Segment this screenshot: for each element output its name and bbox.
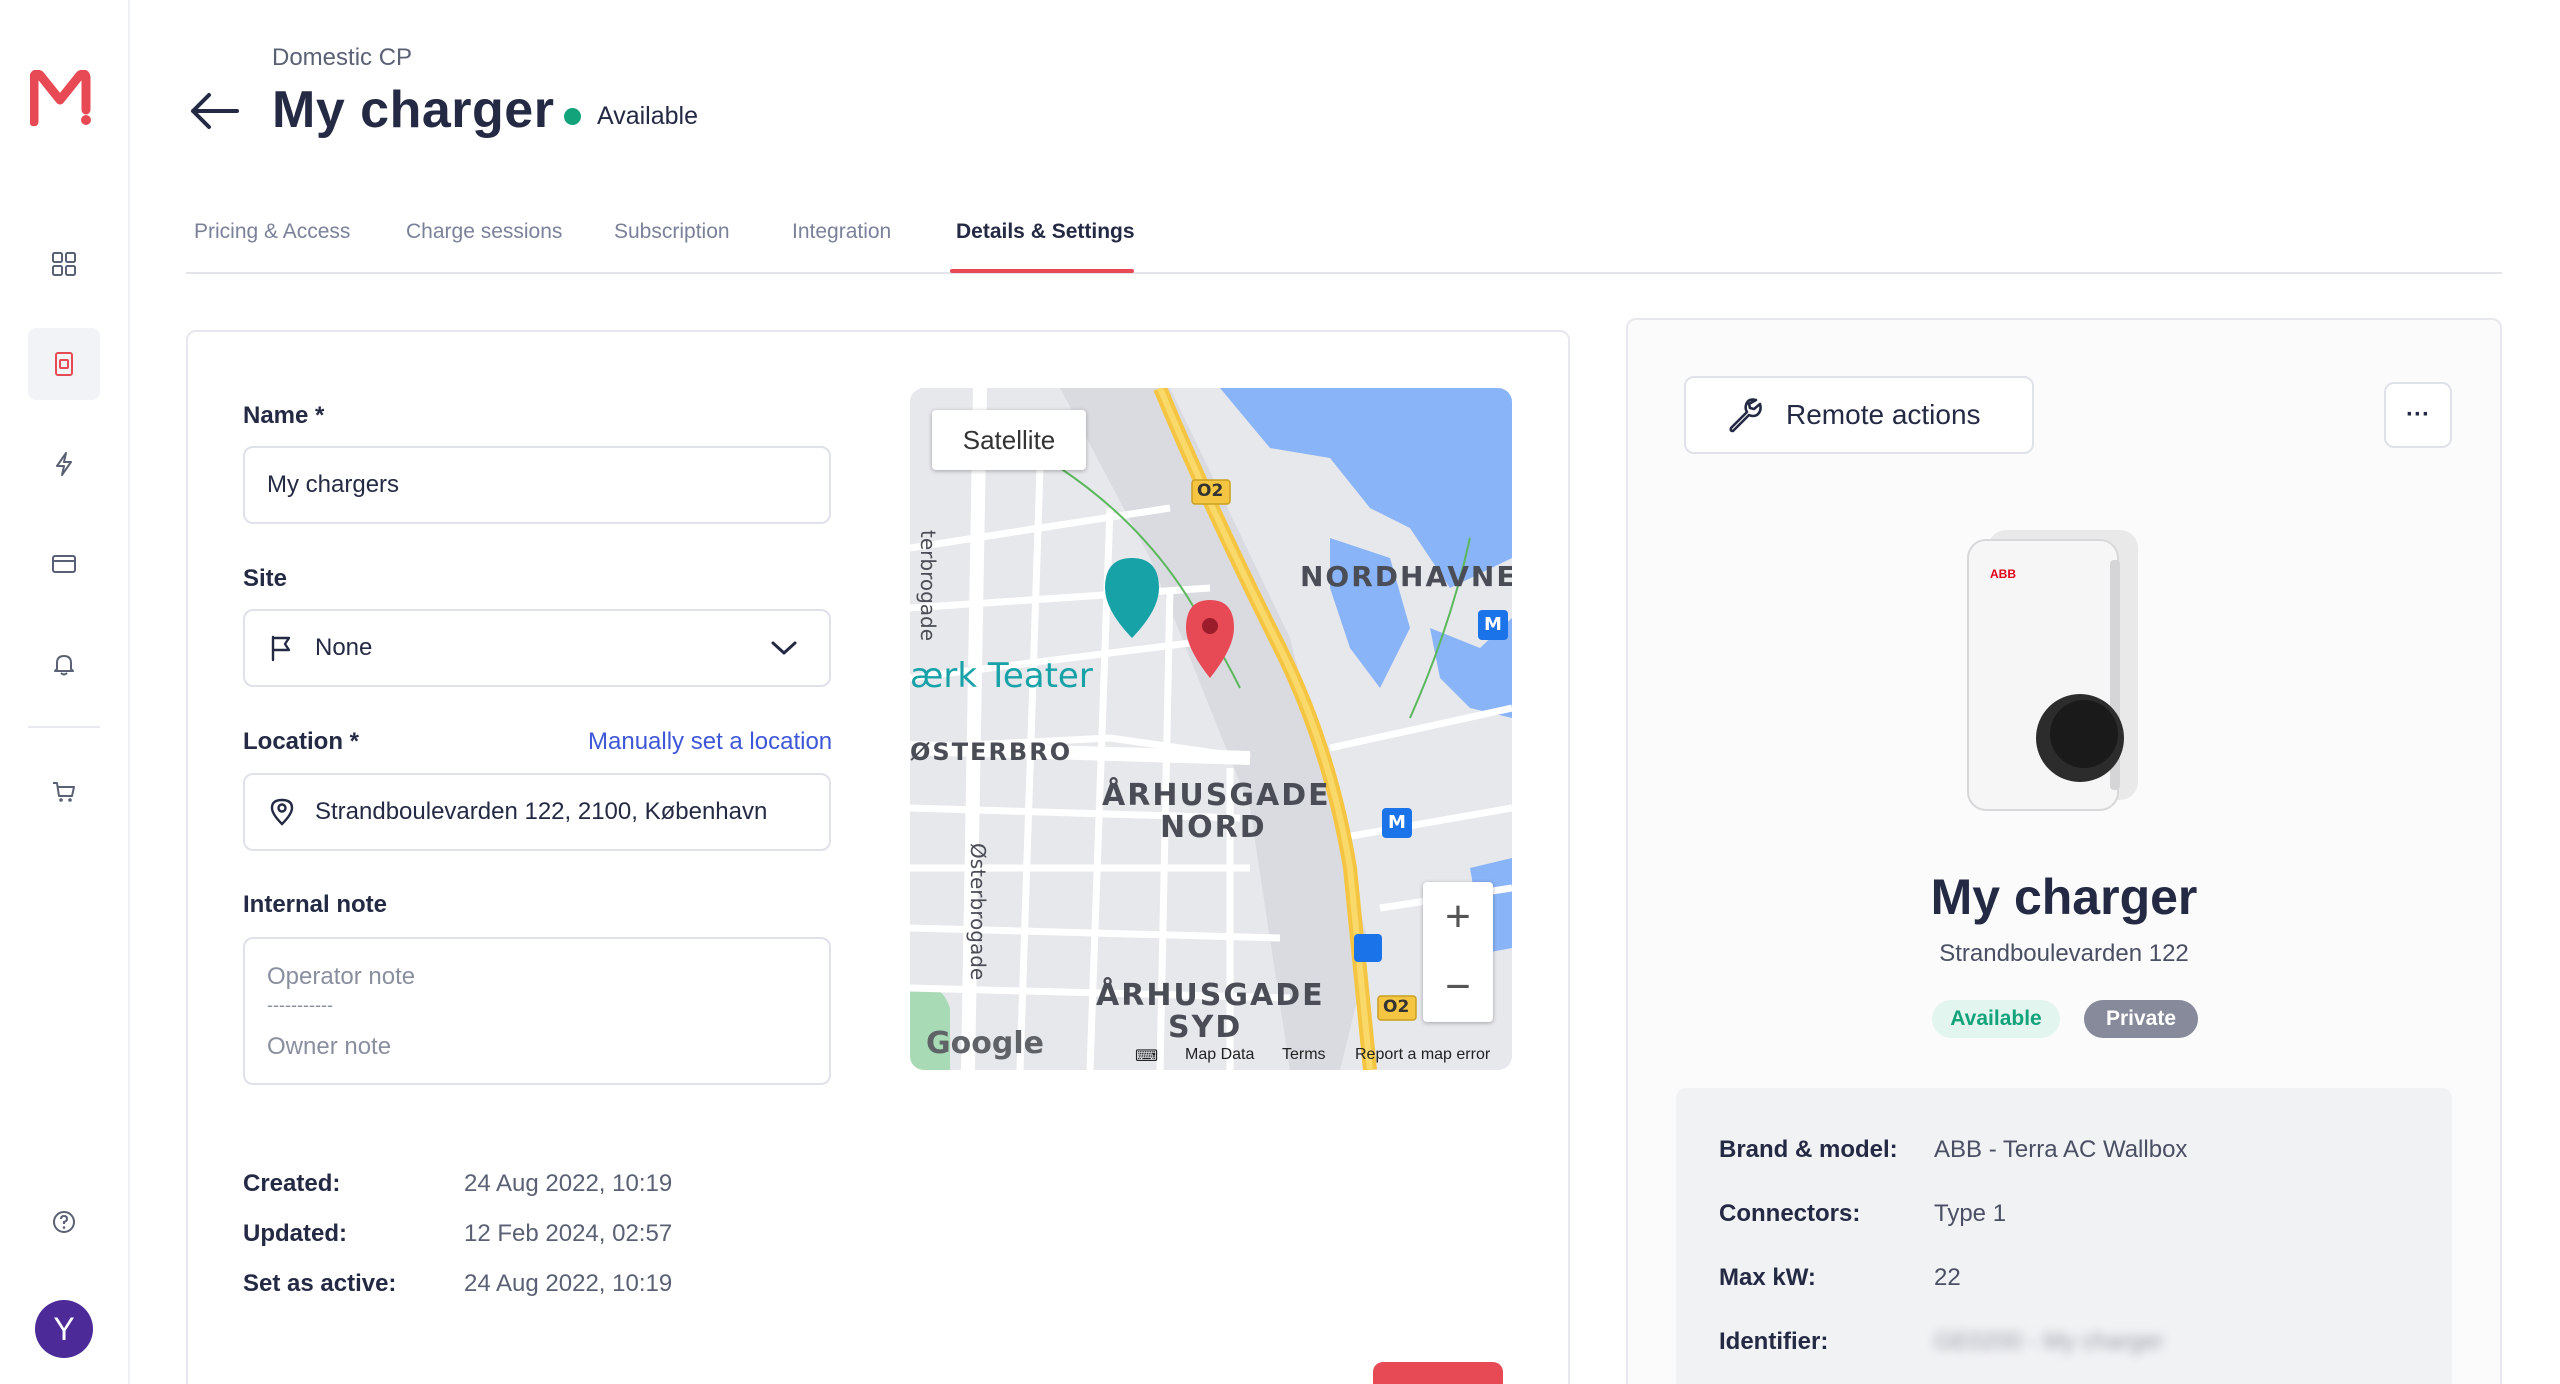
zoom-in-button[interactable]: + — [1423, 882, 1493, 952]
set-active-value: 24 Aug 2022, 10:19 — [464, 1270, 673, 1297]
note-placeholder-separator: ----------- — [267, 995, 333, 1015]
map-terms-link[interactable]: Terms — [1282, 1046, 1326, 1064]
map-zoom-controls: + − — [1423, 882, 1493, 1022]
map-label-arhusgade-nord-1: ÅRHUSGADE — [1102, 778, 1331, 813]
nav-dashboard[interactable] — [28, 228, 100, 300]
charger-name: My charger — [1930, 869, 2198, 925]
map-data-link[interactable]: Map Data — [1185, 1046, 1254, 1064]
site-select-value: None — [315, 634, 373, 661]
status-dot-icon — [564, 108, 581, 125]
created-label: Created: — [243, 1170, 341, 1197]
bell-icon — [54, 655, 74, 676]
save-button[interactable] — [1373, 1362, 1503, 1384]
set-active-label: Set as active: — [243, 1270, 397, 1297]
satellite-toggle[interactable]: Satellite — [932, 410, 1086, 470]
flag-icon — [271, 635, 291, 662]
max-kw-label: Max kW: — [1719, 1264, 1816, 1291]
active-tab-indicator — [950, 269, 1134, 273]
status-text: Available — [597, 102, 699, 130]
connectors-label: Connectors: — [1719, 1200, 1861, 1227]
tab-pricing-access[interactable]: Pricing & Access — [194, 220, 350, 244]
note-placeholder-owner: Owner note — [267, 1033, 392, 1060]
location-label: Location * — [243, 728, 360, 755]
metro-icon: M — [1484, 614, 1502, 635]
map-route-shield-top: O2 — [1197, 481, 1224, 501]
tab-subscription[interactable]: Subscription — [614, 220, 730, 244]
brand-logo[interactable] — [29, 69, 96, 127]
note-placeholder-operator: Operator note — [267, 963, 416, 990]
more-options-button[interactable]: ··· — [2384, 382, 2452, 448]
nav-help[interactable] — [28, 1186, 100, 1258]
status-indicator: Available — [564, 102, 698, 131]
manual-location-link[interactable]: Manually set a location — [588, 728, 832, 756]
sidebar: Y — [0, 0, 130, 1384]
map-label-street-bottom: Østerbrogade — [966, 843, 990, 981]
zoom-out-button[interactable]: − — [1423, 952, 1493, 1022]
remote-actions-label: Remote actions — [1786, 399, 1981, 430]
sidebar-divider — [28, 726, 100, 728]
map-report-link[interactable]: Report a map error — [1355, 1046, 1490, 1064]
back-button[interactable] — [185, 86, 245, 136]
identifier-label: Identifier: — [1719, 1328, 1829, 1355]
map-footer: ⌨ Map Data Terms Report a map error — [910, 1040, 1512, 1070]
nav-sessions[interactable] — [28, 428, 100, 500]
updated-label: Updated: — [243, 1220, 347, 1247]
internal-note-label: Internal note — [243, 891, 388, 918]
name-input[interactable]: My chargers — [243, 446, 831, 524]
page-title: My charger — [272, 81, 555, 139]
nav-shop[interactable] — [28, 756, 100, 828]
internal-note-textarea[interactable]: Operator note ----------- Owner note — [243, 937, 831, 1085]
map-label-nordhavn: NORDHAVNE — [1300, 560, 1512, 593]
map-label-osterbro: ØSTERBRO — [910, 738, 1073, 766]
connectors-value: Type 1 — [1934, 1200, 2007, 1227]
tab-bar: Pricing & Access Charge sessions Subscri… — [186, 210, 2502, 274]
tab-integration[interactable]: Integration — [792, 220, 891, 244]
identifier-value: GE0200 - My charger — [1934, 1328, 2164, 1355]
map-label-arhusgade-syd-1: ÅRHUSGADE — [1096, 978, 1325, 1013]
tab-charge-sessions[interactable]: Charge sessions — [406, 220, 562, 244]
cart-icon — [53, 782, 75, 802]
metro-icon: M — [1388, 812, 1406, 833]
map-label-street-top: terbrogade — [916, 530, 940, 642]
charger-icon — [55, 352, 73, 376]
lightning-icon — [56, 452, 72, 476]
status-badge-available: Available — [1932, 1000, 2060, 1038]
location-input-value: Strandboulevarden 122, 2100, København — [315, 798, 768, 825]
tab-details-settings[interactable]: Details & Settings — [956, 220, 1135, 244]
nav-chargers[interactable] — [28, 328, 100, 400]
updated-value: 12 Feb 2024, 02:57 — [464, 1220, 673, 1247]
help-icon — [53, 1211, 75, 1233]
name-label: Name * — [243, 402, 325, 429]
max-kw-value: 22 — [1934, 1264, 1961, 1291]
location-input[interactable]: Strandboulevarden 122, 2100, København — [243, 773, 831, 851]
grid-icon — [52, 252, 76, 276]
map-label-teater: ærk Teater — [910, 656, 1093, 696]
wrench-icon — [1729, 398, 1762, 433]
name-input-value: My chargers — [267, 471, 400, 498]
nav-notifications[interactable] — [28, 628, 100, 700]
breadcrumb[interactable]: Domestic CP — [272, 44, 412, 72]
svg-text:ABB: ABB — [1990, 567, 2016, 581]
site-label: Site — [243, 565, 288, 592]
user-avatar[interactable]: Y — [35, 1300, 93, 1358]
map-route-shield-bottom: O2 — [1383, 997, 1410, 1017]
keyboard-icon[interactable]: ⌨ — [1135, 1046, 1158, 1066]
nav-billing[interactable] — [28, 528, 100, 600]
status-badge-private: Private — [2084, 1000, 2198, 1038]
brand-model-label: Brand & model: — [1719, 1136, 1898, 1163]
brand-model-value: ABB - Terra AC Wallbox — [1934, 1136, 2188, 1163]
arrow-left-icon — [191, 93, 239, 129]
remote-actions-button[interactable]: Remote actions — [1684, 376, 2034, 454]
chevron-down-icon — [771, 641, 797, 655]
charger-image: ABB — [1960, 520, 2148, 816]
location-pin-icon — [270, 798, 294, 826]
location-map[interactable]: Satellite NORDHAVNE ærk Teater ØSTERBRO … — [910, 388, 1512, 1070]
card-icon — [52, 555, 76, 573]
charger-address: Strandboulevarden 122 — [1939, 940, 2189, 967]
site-select[interactable]: None — [243, 609, 831, 687]
map-label-arhusgade-nord-2: NORD — [1160, 810, 1267, 845]
created-value: 24 Aug 2022, 10:19 — [464, 1170, 673, 1197]
